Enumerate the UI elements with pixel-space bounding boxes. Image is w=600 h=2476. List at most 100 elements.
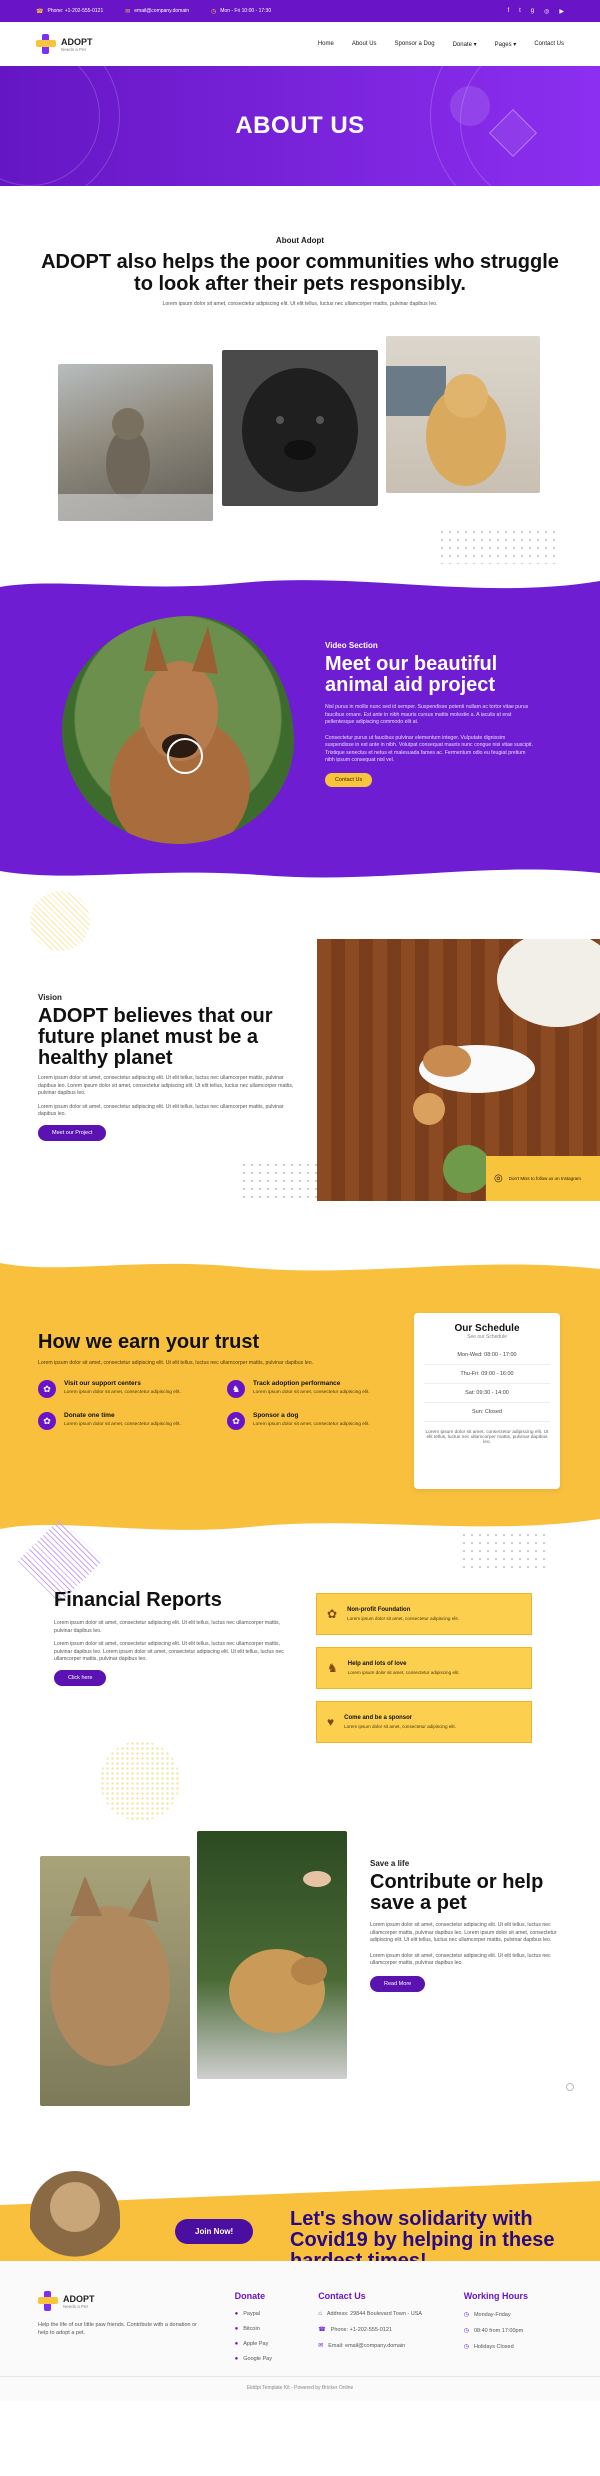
video-section: Video Section Meet our beautiful animal … xyxy=(0,571,600,891)
main-navigation: ADOPT Needs a Pet Home About Us Sponsor … xyxy=(0,22,600,66)
schedule-card: Our Schedule See our Schedule Mon-Wed: 0… xyxy=(414,1313,560,1489)
clock-icon: ◷ xyxy=(463,2312,469,2318)
black-puppy-photo xyxy=(222,350,378,506)
schedule-subtitle: See our Schedule xyxy=(467,1334,507,1340)
about-title: ADOPT also helps the poor communities wh… xyxy=(41,251,559,295)
cat-closeup-photo xyxy=(40,1856,190,2106)
logo-icon xyxy=(36,34,56,54)
cat-icon: ♞ xyxy=(327,1661,338,1675)
contact-us-button[interactable]: Contact Us xyxy=(325,772,373,787)
schedule-note: Lorem ipsum dolor sit amet, consectetur … xyxy=(425,1430,549,1445)
covid-cta-section: Join Now! Let's show solidarity with Cov… xyxy=(0,2131,600,2261)
dog-outdoor-photo xyxy=(197,1831,347,2079)
vision-text-1: Lorem ipsum dolor sit amet, consectetur … xyxy=(38,1075,294,1096)
twitter-icon[interactable]: t xyxy=(519,8,521,15)
clock-icon: ◷ xyxy=(463,2344,469,2350)
footer-link-google-pay[interactable]: ● Google Pay xyxy=(235,2356,319,2362)
facebook-icon[interactable]: f xyxy=(507,8,509,15)
nav-item-donate[interactable]: Donate ▾ xyxy=(453,41,477,48)
topbar-phone[interactable]: ☎ Phone: +1-202-555-0121 xyxy=(36,8,103,15)
join-now-button[interactable]: Join Now! xyxy=(175,2219,254,2244)
kitten-photo xyxy=(30,2171,120,2261)
financial-section: Financial Reports Lorem ipsum dolor sit … xyxy=(0,1518,600,1821)
trust-lead: Lorem ipsum dolor sit amet, consectetur … xyxy=(38,1360,314,1366)
about-kicker: About Adopt xyxy=(275,236,325,245)
nav-item-home[interactable]: Home xyxy=(318,41,334,48)
paw-icon: ✿ xyxy=(38,1412,56,1430)
vision-title: ADOPT believes that our future planet mu… xyxy=(38,1005,273,1069)
trust-title: How we earn your trust xyxy=(38,1331,260,1353)
report-card-sponsor[interactable]: ♥ Come and be a sponsor Lorem ipsum dolor… xyxy=(316,1701,532,1743)
nav-menu: Home About Us Sponsor a Dog Donate ▾ Pag… xyxy=(318,41,564,48)
phone-icon: ☎ xyxy=(36,8,44,15)
footer: ADOPT Needs a Pet Help the life of our l… xyxy=(0,2261,600,2401)
instagram-icon: ◎ xyxy=(494,1173,503,1184)
video-title: Meet our beautiful animal aid project xyxy=(325,653,498,696)
video-text-1: Nisl purus in mollis nunc sed id semper.… xyxy=(325,704,529,725)
clock-icon: ◷ xyxy=(463,2328,469,2334)
nav-item-about[interactable]: About Us xyxy=(352,41,377,48)
footer-link-paypal[interactable]: ● Paypal xyxy=(235,2311,319,2317)
footer-link-bitcoin[interactable]: ● Bitcoin xyxy=(235,2326,319,2332)
footer-phone[interactable]: ☎ Phone: +1-202-555-0121 xyxy=(318,2326,464,2334)
schedule-row: Thu-Fri: 09:00 - 16:00 xyxy=(424,1365,550,1384)
mail-icon: ✉ xyxy=(125,8,131,15)
social-links: f t g ◎ ▶ xyxy=(507,8,564,15)
top-bar: ☎ Phone: +1-202-555-0121 ✉ email@company.d… xyxy=(0,0,600,22)
topbar-hours: ◷ Mon - Fri 10:00 - 17:30 xyxy=(211,8,272,15)
chevron-down-icon: ▾ xyxy=(473,41,477,48)
phone-icon: ☎ xyxy=(318,2327,326,2333)
about-text: Lorem ipsum dolor sit amet, consectetur … xyxy=(162,301,438,307)
click-here-button[interactable]: Click here xyxy=(54,1669,107,1686)
read-more-button[interactable]: Read More xyxy=(370,1975,426,1992)
financial-text-2: Lorem ipsum dolor sit amet, consectetur … xyxy=(54,1641,284,1662)
topbar-email[interactable]: ✉ email@company.domain xyxy=(125,8,189,15)
apple-icon: ● xyxy=(234,2341,239,2347)
youtube-icon[interactable]: ▶ xyxy=(559,8,564,15)
nav-item-contact[interactable]: Contact Us xyxy=(534,41,564,48)
nav-item-pages[interactable]: Pages ▾ xyxy=(495,41,517,48)
mail-icon: ✉ xyxy=(318,2343,324,2349)
cta-title: Let's show solidarity with Covid19 by he… xyxy=(290,2208,555,2262)
footer-link-apple-pay[interactable]: ● Apple Pay xyxy=(235,2341,319,2347)
instagram-banner[interactable]: ◎ Don't Miss to follow us on Instagram xyxy=(486,1156,600,1201)
meet-our-project-button[interactable]: Meet our Project xyxy=(38,1124,107,1141)
vision-section: Vision ADOPT believes that our future pl… xyxy=(0,891,600,1261)
paw-icon: ✿ xyxy=(38,1380,56,1398)
instagram-icon[interactable]: ◎ xyxy=(544,8,549,15)
footer-email[interactable]: ✉ Email: email@company.domain xyxy=(318,2342,464,2350)
google-plus-icon[interactable]: g xyxy=(531,8,534,15)
financial-title: Financial Reports xyxy=(54,1589,222,1611)
video-text-2: Consectetur purus ut faucibus pulvinar e… xyxy=(325,734,533,764)
footer-hours-item: ◷ Monday-Friday xyxy=(463,2311,511,2319)
footer-logo[interactable]: ADOPT Needs a Pet xyxy=(38,2291,235,2311)
financial-text-1: Lorem ipsum dolor sit amet, consectetur … xyxy=(54,1620,281,1634)
chevron-down-icon: ▾ xyxy=(513,41,517,48)
footer-hours-title: Working Hours xyxy=(463,2291,529,2301)
vision-text-2: Lorem ipsum dolor sit amet, consectetur … xyxy=(38,1103,284,1118)
schedule-title: Our Schedule xyxy=(454,1323,520,1334)
copyright: Elddpt Template Kit - Powered by Bricker… xyxy=(0,2376,600,2391)
save-a-life-section: Save a life Contribute or help save a pe… xyxy=(0,1801,600,2131)
clock-icon: ◷ xyxy=(211,8,217,15)
schedule-row: Mon-Wed: 08:00 - 17:00 xyxy=(424,1346,550,1365)
location-icon: ⌂ xyxy=(318,2311,322,2317)
about-section: About Adopt ADOPT also helps the poor co… xyxy=(0,186,600,571)
brand-tagline: Needs a Pet xyxy=(61,46,86,52)
trust-section: How we earn your trust Lorem ipsum dolor… xyxy=(0,1251,600,1541)
video-kicker: Video Section xyxy=(325,641,378,650)
footer-hours-item: ◷ 08:40 from 17:00pm xyxy=(463,2327,524,2335)
schedule-row: Sun: Closed xyxy=(424,1403,550,1422)
logo[interactable]: ADOPT Needs a Pet xyxy=(36,34,93,54)
bitcoin-icon: ● xyxy=(234,2326,239,2332)
save-kicker: Save a life xyxy=(370,1859,410,1868)
video-thumbnail-dog[interactable] xyxy=(62,616,294,844)
report-card-help-love[interactable]: ♞ Help and lots of love Lorem ipsum dolor… xyxy=(316,1647,532,1689)
brand-name: ADOPT xyxy=(61,36,93,47)
save-text-2: Lorem ipsum dolor sit amet, consectetur … xyxy=(370,1952,551,1967)
report-card-non-profit[interactable]: ✿ Non-profit Foundation Lorem ipsum dolor… xyxy=(316,1593,532,1635)
nav-item-sponsor[interactable]: Sponsor a Dog xyxy=(395,41,435,48)
footer-hours-item: ◷ Holidays Closed xyxy=(463,2343,514,2351)
cat-photo xyxy=(58,364,213,521)
page-hero: ABOUT US xyxy=(0,66,600,186)
